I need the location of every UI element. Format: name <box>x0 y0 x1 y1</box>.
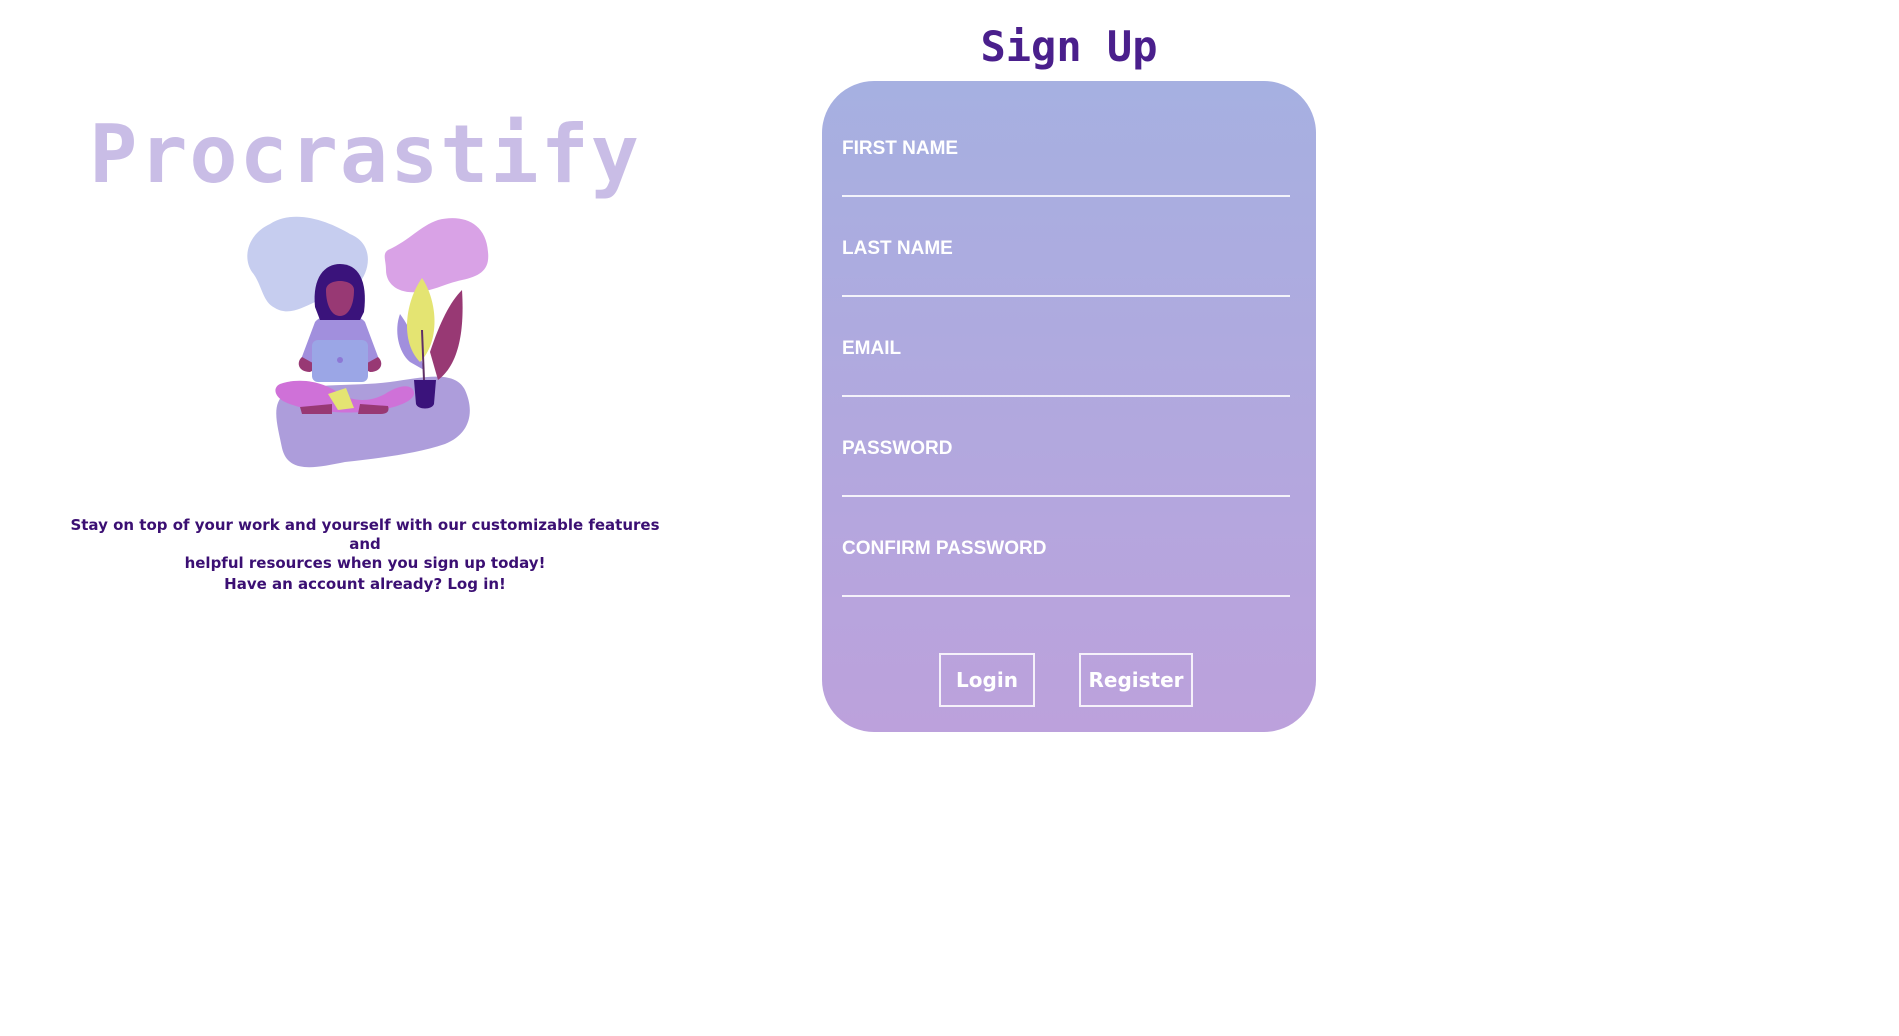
password-input[interactable] <box>842 467 1290 497</box>
email-field: EMAIL <box>842 337 1290 399</box>
email-input[interactable] <box>842 367 1290 397</box>
email-label: EMAIL <box>842 338 902 359</box>
brand-title: Procrastify <box>89 108 641 201</box>
woman-with-laptop-illustration <box>247 216 489 468</box>
last-name-label: LAST NAME <box>842 238 953 259</box>
signup-form: FIRST NAME LAST NAME EMAIL PASSWORD CONF… <box>822 81 1316 732</box>
tagline-line-1: Stay on top of your work and yourself wi… <box>70 516 660 553</box>
register-button[interactable]: Register <box>1079 653 1193 707</box>
tagline: Stay on top of your work and yourself wi… <box>60 516 670 573</box>
signup-heading: Sign Up <box>980 22 1158 71</box>
confirm-password-label: CONFIRM PASSWORD <box>842 538 1047 559</box>
login-button[interactable]: Login <box>939 653 1035 707</box>
first-name-label: FIRST NAME <box>842 138 959 159</box>
tagline-line-2: helpful resources when you sign up today… <box>184 554 546 572</box>
confirm-password-input[interactable] <box>842 567 1290 597</box>
first-name-field: FIRST NAME <box>842 137 1290 199</box>
first-name-input[interactable] <box>842 167 1290 197</box>
last-name-input[interactable] <box>842 267 1290 297</box>
password-field: PASSWORD <box>842 437 1290 499</box>
login-prompt-link[interactable]: Have an account already? Log in! <box>60 575 670 594</box>
last-name-field: LAST NAME <box>842 237 1290 299</box>
password-label: PASSWORD <box>842 438 953 459</box>
confirm-password-field: CONFIRM PASSWORD <box>842 537 1290 599</box>
